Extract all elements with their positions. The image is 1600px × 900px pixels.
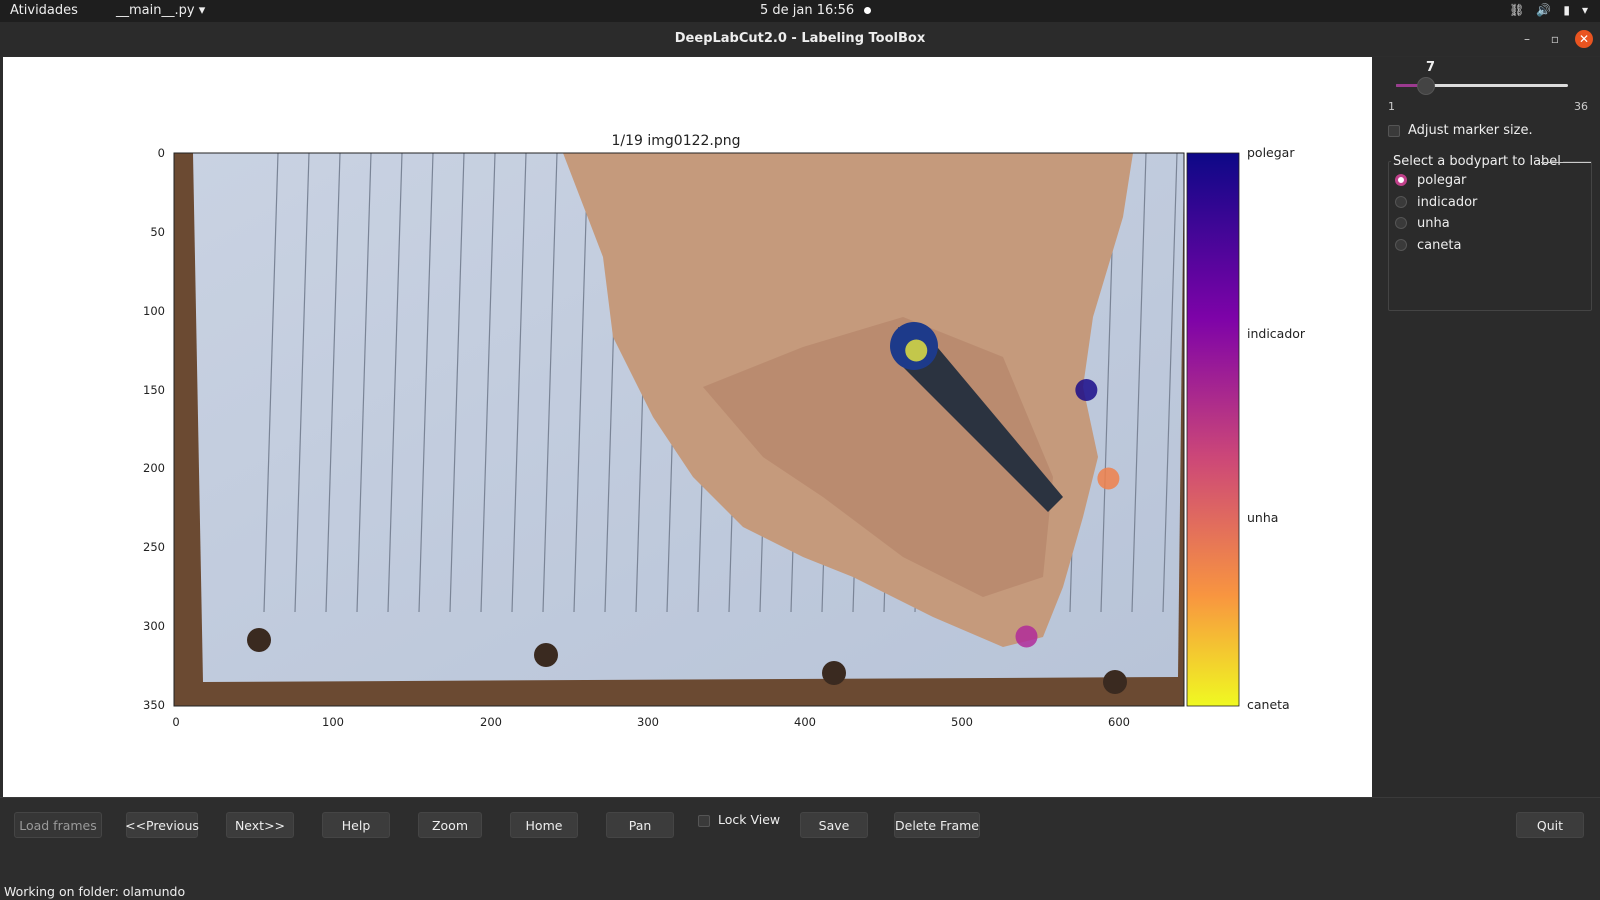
load-frames-button[interactable]: Load frames (14, 812, 102, 838)
slider-min-label: 1 (1388, 100, 1395, 113)
activities-button[interactable]: Atividades (10, 3, 78, 18)
y-ticks: 0 50 100 150 200 250 300 350 (143, 146, 165, 712)
x-tick-label: 100 (322, 715, 344, 729)
maximize-button[interactable]: ▫ (1546, 30, 1564, 48)
delete-frame-button[interactable]: Delete Frame (894, 812, 980, 838)
image-area[interactable] (174, 152, 1184, 706)
checkbox-box[interactable] (1388, 124, 1400, 137)
quit-button[interactable]: Quit (1516, 812, 1584, 838)
side-panel: 7 1 36 Adjust marker size. Select a body… (1372, 57, 1600, 797)
radio-button[interactable] (1395, 239, 1407, 251)
binder-hole (822, 661, 846, 685)
close-button[interactable]: ✕ (1575, 30, 1593, 48)
adjust-marker-checkbox[interactable]: Adjust marker size. (1388, 123, 1533, 138)
slider-handle[interactable] (1417, 77, 1436, 95)
colorbar (1186, 152, 1240, 707)
radio-button[interactable] (1395, 174, 1407, 186)
x-tick-label: 500 (951, 715, 973, 729)
colorbar-label: indicador (1247, 326, 1306, 341)
radio-caneta[interactable]: caneta (1395, 236, 1461, 254)
battery-icon: ▮ (1563, 3, 1570, 17)
plot-canvas[interactable]: 1/19 img0122.png 0 100 200 300 400 500 6… (3, 57, 1372, 797)
notification-dot (864, 7, 872, 14)
adjust-marker-label: Adjust marker size. (1408, 123, 1533, 138)
pan-button[interactable]: Pan (606, 812, 674, 838)
home-button[interactable]: Home (510, 812, 578, 838)
window-titlebar: DeepLabCut2.0 - Labeling ToolBox – ▫ ✕ (0, 22, 1600, 56)
x-tick-label: 300 (637, 715, 659, 729)
y-tick-label: 50 (150, 225, 165, 239)
bottom-toolbar: Load frames <<Previous Next>> Help Zoom … (0, 797, 1600, 879)
y-tick-label: 350 (143, 698, 165, 712)
colorbar-label: unha (1247, 510, 1278, 525)
zoom-button[interactable]: Zoom (418, 812, 482, 838)
radio-polegar[interactable]: polegar (1395, 171, 1466, 189)
radio-button[interactable] (1395, 196, 1407, 208)
y-tick-label: 200 (143, 461, 165, 475)
chevron-down-icon: ▾ (1581, 3, 1588, 17)
x-tick-label: 400 (794, 715, 816, 729)
group-divider (1541, 162, 1591, 163)
clock[interactable]: 5 de jan 16:56 (760, 3, 872, 18)
app-menu-label: __main__.py (116, 3, 195, 18)
minimize-button[interactable]: – (1518, 30, 1536, 48)
status-bar: Working on folder: olamundo (4, 884, 186, 899)
bodypart-group: Select a bodypart to label polegar indic… (1388, 154, 1592, 311)
binder-hole (534, 643, 558, 667)
colorbar-labels: polegar indicador unha caneta (1247, 145, 1306, 712)
colorbar-label: caneta (1247, 697, 1290, 712)
x-tick-label: 600 (1108, 715, 1130, 729)
system-tray[interactable]: ⛓ 🔊 ▮ ▾ (1509, 3, 1588, 17)
radio-unha[interactable]: unha (1395, 214, 1450, 232)
plot-title: 1/19 img0122.png (611, 133, 740, 149)
binder-hole (247, 628, 271, 652)
radio-label: polegar (1417, 172, 1467, 188)
x-tick-label: 0 (172, 715, 179, 729)
window-title: DeepLabCut2.0 - Labeling ToolBox (674, 31, 926, 46)
lock-view-label: Lock View (718, 812, 781, 827)
radio-label: unha (1417, 215, 1450, 231)
marker-unha[interactable] (1097, 467, 1120, 490)
checkbox-box[interactable] (698, 814, 710, 827)
help-button[interactable]: Help (322, 812, 390, 838)
x-tick-label: 200 (480, 715, 502, 729)
next-button[interactable]: Next>> (226, 812, 294, 838)
y-tick-label: 0 (158, 146, 165, 160)
y-tick-label: 150 (143, 383, 165, 397)
radio-button[interactable] (1395, 217, 1407, 229)
marker-size-value: 7 (1426, 60, 1436, 75)
x-ticks: 0 100 200 300 400 500 600 (172, 715, 1130, 729)
y-tick-label: 100 (143, 304, 165, 318)
colorbar-label: polegar (1247, 145, 1295, 160)
radio-label: caneta (1417, 237, 1462, 253)
plot-svg: 1/19 img0122.png 0 100 200 300 400 500 6… (143, 133, 1306, 729)
marker-caneta[interactable] (905, 339, 928, 362)
network-icon: ⛓ (1509, 3, 1525, 17)
clock-label: 5 de jan 16:56 (760, 3, 855, 18)
y-tick-label: 250 (143, 540, 165, 554)
y-tick-label: 300 (143, 619, 165, 633)
lock-view-checkbox[interactable]: Lock View (698, 812, 780, 827)
binder-hole (1103, 670, 1127, 694)
save-button[interactable]: Save (800, 812, 868, 838)
volume-icon: 🔊 (1536, 3, 1552, 17)
radio-indicador[interactable]: indicador (1395, 193, 1477, 211)
chevron-down-icon: ▾ (198, 3, 206, 18)
bodypart-group-title: Select a bodypart to label (1391, 154, 1563, 169)
previous-button[interactable]: <<Previous (125, 812, 199, 838)
radio-label: indicador (1417, 194, 1478, 210)
marker-indicador[interactable] (1015, 625, 1038, 648)
marker-polegar[interactable] (1075, 379, 1098, 401)
slider-max-label: 36 (1574, 100, 1588, 113)
top-bar: Atividades __main__.py ▾ 5 de jan 16:56 … (0, 0, 1600, 22)
app-menu[interactable]: __main__.py ▾ (116, 3, 205, 18)
